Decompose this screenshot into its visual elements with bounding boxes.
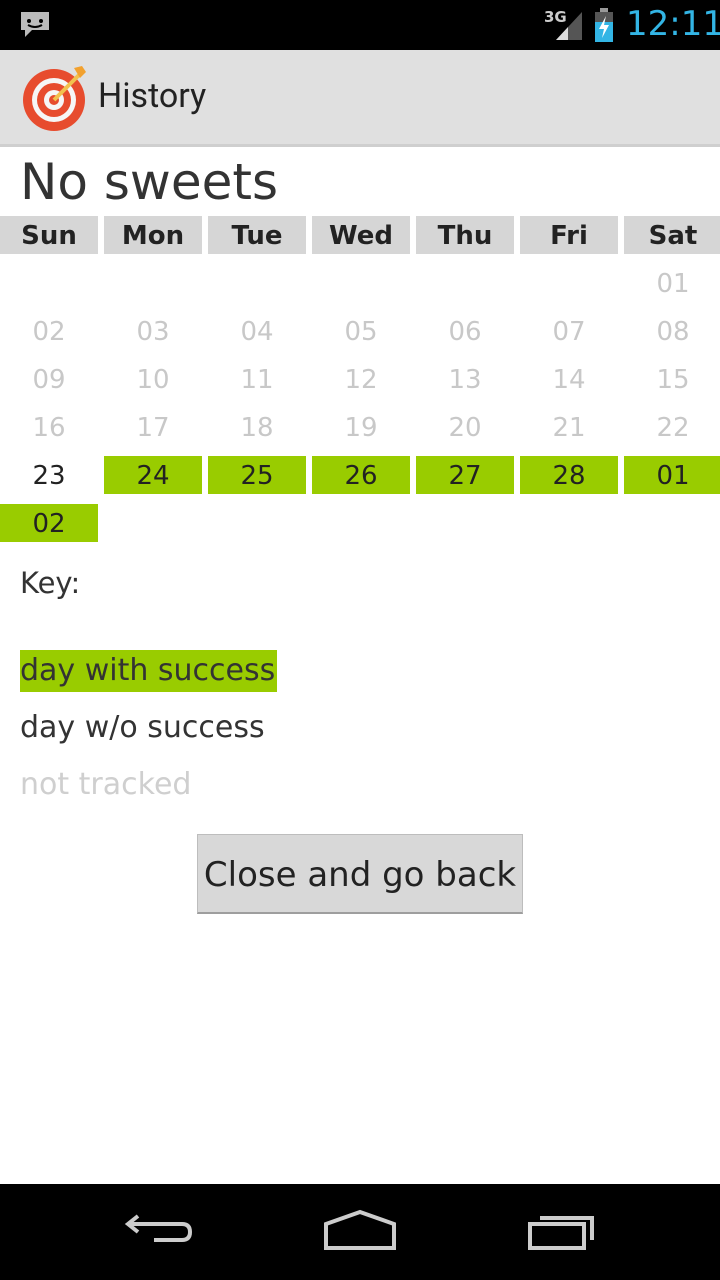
navigation-bar [0, 1184, 720, 1280]
calendar-day[interactable]: 16 [0, 408, 98, 446]
weekday-header-thu: Thu [416, 216, 514, 254]
weekday-header-sat: Sat [624, 216, 720, 254]
calendar-day[interactable]: 08 [624, 312, 720, 350]
close-and-go-back-button[interactable]: Close and go back [197, 834, 523, 914]
calendar-day[interactable]: 11 [208, 360, 306, 398]
battery-charging-icon [594, 8, 614, 46]
calendar-day[interactable]: 18 [208, 408, 306, 446]
key-label: Key: [20, 566, 81, 600]
recent-apps-icon[interactable] [526, 1208, 598, 1256]
calendar-day[interactable]: 12 [312, 360, 410, 398]
target-logo-icon[interactable] [22, 64, 90, 136]
calendar-day[interactable]: 04 [208, 312, 306, 350]
action-bar-title: History [98, 76, 207, 116]
calendar-day[interactable]: 19 [312, 408, 410, 446]
key-success: day with success [20, 650, 278, 692]
calendar-day[interactable]: 24 [104, 456, 202, 494]
calendar-day[interactable]: 17 [104, 408, 202, 446]
clock: 12:11 [626, 4, 720, 44]
calendar-day[interactable]: 13 [416, 360, 514, 398]
weekday-header-tue: Tue [208, 216, 306, 254]
message-notification-icon [18, 10, 52, 44]
action-bar: History [0, 50, 720, 147]
status-bar: 3G 12:11 [0, 0, 720, 50]
calendar-day[interactable]: 05 [312, 312, 410, 350]
calendar-day[interactable]: 01 [624, 264, 720, 302]
calendar-day[interactable]: 09 [0, 360, 98, 398]
goal-title: No sweets [20, 153, 279, 211]
weekday-header-sun: Sun [0, 216, 98, 254]
calendar-day[interactable]: 14 [520, 360, 618, 398]
calendar-day[interactable]: 23 [0, 456, 98, 494]
calendar-day[interactable]: 01 [624, 456, 720, 494]
calendar-day[interactable]: 07 [520, 312, 618, 350]
key-not-tracked: not tracked [20, 767, 192, 802]
calendar-day[interactable]: 25 [208, 456, 306, 494]
key-failure: day w/o success [20, 710, 265, 745]
calendar-day[interactable]: 02 [0, 312, 98, 350]
weekday-header-mon: Mon [104, 216, 202, 254]
calendar-day[interactable]: 26 [312, 456, 410, 494]
calendar-day[interactable]: 22 [624, 408, 720, 446]
calendar-day[interactable]: 20 [416, 408, 514, 446]
home-icon[interactable] [322, 1208, 398, 1256]
calendar-day[interactable]: 15 [624, 360, 720, 398]
calendar-day[interactable]: 21 [520, 408, 618, 446]
calendar-day[interactable]: 06 [416, 312, 514, 350]
calendar-day[interactable]: 10 [104, 360, 202, 398]
weekday-header-wed: Wed [312, 216, 410, 254]
calendar-day[interactable]: 02 [0, 504, 98, 542]
calendar-day[interactable]: 28 [520, 456, 618, 494]
weekday-header-fri: Fri [520, 216, 618, 254]
signal-icon [554, 10, 582, 44]
back-icon[interactable] [124, 1208, 196, 1252]
calendar-day[interactable]: 03 [104, 312, 202, 350]
calendar-day[interactable]: 27 [416, 456, 514, 494]
